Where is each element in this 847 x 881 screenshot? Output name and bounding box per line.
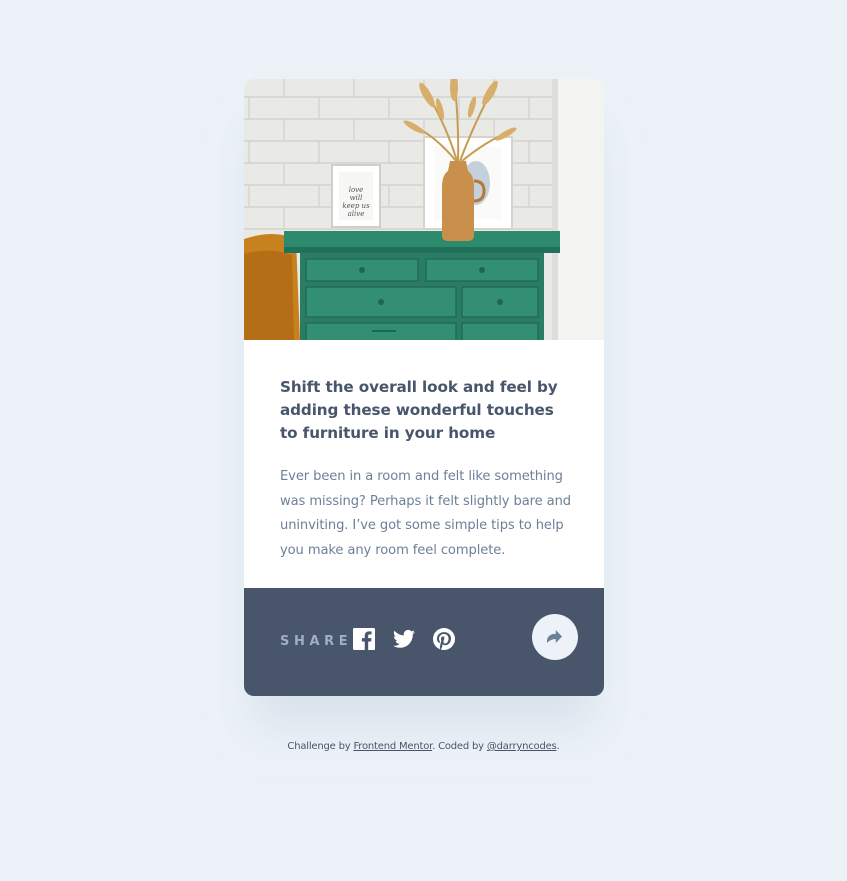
frontend-mentor-link[interactable]: Frontend Mentor	[353, 741, 432, 752]
pinterest-icon[interactable]	[433, 628, 455, 650]
svg-text:keep us: keep us	[342, 202, 370, 210]
svg-text:will: will	[350, 194, 363, 202]
share-label: SHARE	[280, 634, 353, 649]
attribution-prefix: Challenge by	[287, 741, 354, 752]
share-arrow-icon	[547, 630, 562, 643]
twitter-icon[interactable]	[393, 628, 415, 650]
svg-text:love: love	[349, 186, 364, 194]
author-link[interactable]: @darryncodes	[487, 741, 557, 752]
article-title: Shift the overall look and feel by addin…	[280, 378, 558, 442]
attribution: Challenge by Frontend Mentor. Coded by @…	[0, 741, 847, 752]
article-card: love will keep us alive Shift the overal…	[244, 79, 604, 696]
drawers-photo: love will keep us alive	[244, 79, 604, 340]
attribution-suffix: .	[556, 741, 560, 752]
article-content: Shift the overall look and feel by addin…	[244, 340, 604, 588]
share-bar: SHARE	[244, 588, 604, 696]
article-description: Ever been in a room and felt like someth…	[280, 469, 571, 558]
share-button[interactable]	[532, 614, 578, 660]
svg-text:alive: alive	[348, 210, 365, 218]
attribution-middle: . Coded by	[432, 741, 487, 752]
facebook-icon[interactable]	[353, 628, 375, 650]
